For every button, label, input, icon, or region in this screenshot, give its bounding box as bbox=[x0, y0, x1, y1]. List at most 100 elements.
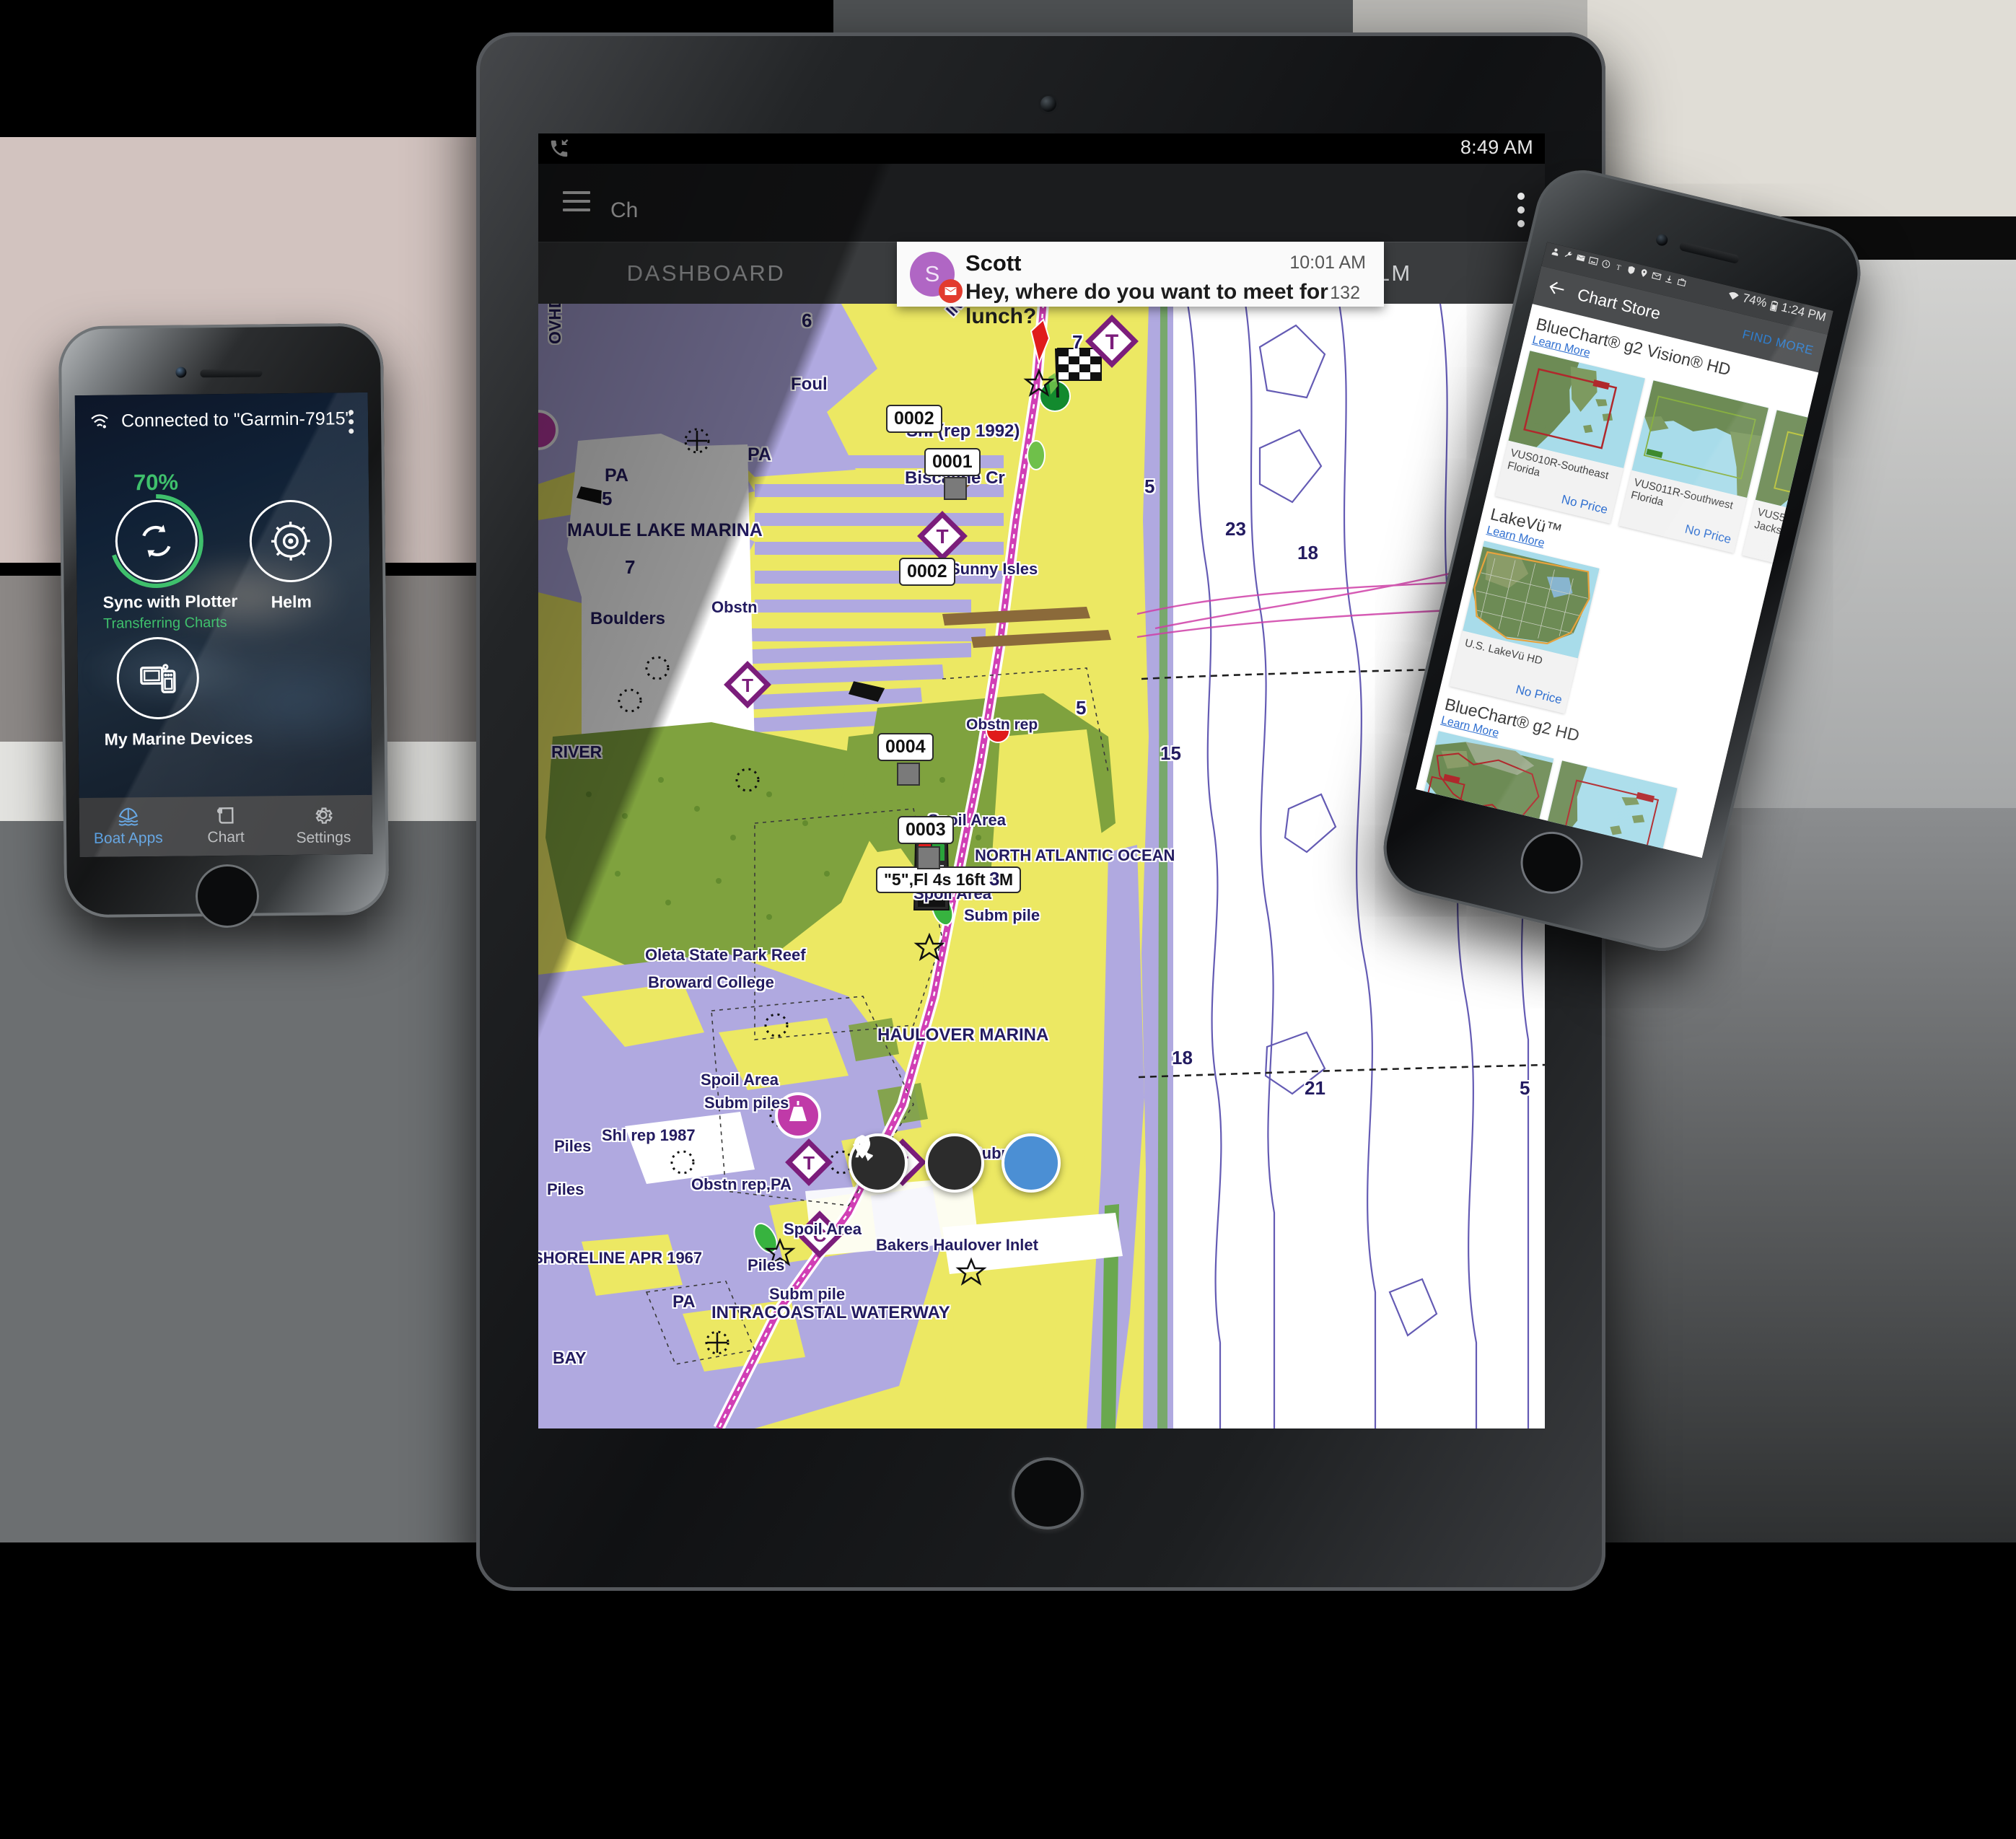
waypoint-marker[interactable] bbox=[897, 763, 920, 786]
battery-percent: 74% bbox=[1741, 291, 1769, 310]
battery-icon bbox=[1769, 300, 1779, 312]
map-label: Subm pile bbox=[964, 906, 1040, 924]
map-action-buttons bbox=[849, 1133, 1061, 1193]
map-label: Oleta State Park Reef bbox=[645, 946, 806, 964]
nav-settings[interactable]: Settings bbox=[274, 795, 372, 855]
depth-sounding: 7 bbox=[1072, 331, 1083, 353]
nav-chart[interactable]: Chart bbox=[177, 796, 275, 856]
svg-text:T: T bbox=[742, 675, 753, 696]
briefcase-icon bbox=[1677, 278, 1686, 287]
depth-sounding: 21 bbox=[1305, 1077, 1325, 1099]
svg-text:T: T bbox=[803, 1152, 815, 1174]
waypoint-label[interactable]: 0004 bbox=[877, 733, 934, 761]
map-label: MAULE LAKE MARINA bbox=[567, 520, 763, 540]
tablet-app-bar: Ch bbox=[538, 164, 1545, 242]
map-label: PA bbox=[605, 465, 628, 486]
map-label: NORTH ATLANTIC OCEAN bbox=[975, 846, 1175, 864]
map-label: RIVER bbox=[551, 742, 602, 761]
map-label: Obstn rep,PA bbox=[691, 1175, 792, 1193]
missed-call-icon bbox=[551, 139, 569, 157]
back-arrow-icon[interactable] bbox=[1546, 278, 1567, 302]
progress-ring bbox=[109, 493, 203, 588]
wifi-icon bbox=[1729, 291, 1739, 299]
download-icon bbox=[1665, 276, 1672, 284]
waypoint-marker[interactable] bbox=[917, 846, 940, 869]
tablet-clock: 8:49 AM bbox=[1460, 136, 1533, 158]
map-label: SHORELINE APR 1967 bbox=[538, 1249, 703, 1267]
ships-wheel-icon bbox=[249, 499, 333, 583]
kebab-menu-icon[interactable] bbox=[348, 410, 354, 438]
nav-chart-label: Chart bbox=[207, 828, 245, 846]
chart-product-card[interactable]: VUS010R-Southeast Florida No Price bbox=[1495, 351, 1645, 524]
find-more-button[interactable]: FIND MORE bbox=[1741, 328, 1815, 359]
waypoint-marker[interactable] bbox=[944, 477, 967, 500]
devices-tile-label: My Marine Devices bbox=[104, 728, 253, 749]
map-label: Piles bbox=[554, 1137, 592, 1155]
helm-tile[interactable]: Helm bbox=[243, 499, 338, 612]
svg-text:T: T bbox=[936, 525, 948, 548]
sync-icon bbox=[109, 493, 203, 588]
waypoint-label[interactable]: 0003 bbox=[898, 816, 954, 844]
depth-sounding: 15 bbox=[1160, 742, 1181, 764]
map-label: Sunny Isles bbox=[950, 560, 1038, 578]
app-bar-title: Ch bbox=[610, 198, 639, 222]
map-label: Piles bbox=[748, 1256, 785, 1274]
map-label: Piles bbox=[547, 1180, 584, 1198]
nav-boat-apps[interactable]: Boat Apps bbox=[79, 797, 178, 857]
image-icon bbox=[1588, 256, 1599, 265]
map-label: Shl rep 1987 bbox=[602, 1126, 696, 1144]
person-icon bbox=[1551, 248, 1559, 256]
devices-icon bbox=[116, 636, 200, 720]
chart-product-card[interactable]: U.S. LakeVü HD No Price bbox=[1449, 540, 1600, 714]
left-phone-bottom-nav: Boat Apps Chart Settings bbox=[79, 794, 373, 858]
status-bar-icons bbox=[548, 138, 570, 159]
depth-sounding: 18 bbox=[1172, 1047, 1193, 1068]
map-label: Obstn rep bbox=[966, 716, 1038, 733]
tablet-camera-icon bbox=[1040, 96, 1056, 112]
map-label: PA bbox=[748, 444, 771, 465]
sync-tile-sublabel: Transferring Charts bbox=[102, 614, 227, 632]
svg-text:T: T bbox=[1616, 263, 1622, 272]
depth-sounding: 5 bbox=[1076, 697, 1087, 719]
depth-sounding: 6 bbox=[802, 310, 812, 331]
tablet-home-button[interactable] bbox=[1012, 1457, 1084, 1529]
map-label: Broward College bbox=[648, 973, 774, 991]
chart-product-card[interactable]: VUS011R-Southwest Florida No Price bbox=[1618, 380, 1769, 553]
map-label: HAULOVER MARINA bbox=[877, 1025, 1049, 1045]
mail-icon bbox=[1576, 254, 1585, 262]
notification-count: 132 bbox=[1330, 283, 1360, 303]
waypoint-label[interactable]: 0002 bbox=[886, 405, 942, 433]
tab-dashboard[interactable]: DASHBOARD bbox=[538, 242, 874, 304]
tablet-screen: 8:49 AM Ch DASHBOARD CHART HELM S Scott … bbox=[538, 133, 1545, 1428]
map-label: Spoil Area bbox=[784, 1220, 862, 1238]
left-phone-home-button[interactable] bbox=[195, 864, 260, 929]
map-label: BAY bbox=[553, 1348, 587, 1367]
hamburger-icon[interactable] bbox=[563, 191, 590, 211]
route-icon[interactable] bbox=[852, 1133, 1061, 1193]
notification-card[interactable]: S Scott Hey, where do you want to meet f… bbox=[897, 242, 1384, 328]
nav-boat-apps-label: Boat Apps bbox=[93, 829, 163, 847]
my-marine-devices-tile[interactable]: My Marine Devices bbox=[103, 636, 253, 750]
left-phone-device: Connected to "Garmin-7915" 70% Sync with… bbox=[58, 322, 390, 929]
map-label: Subm pile bbox=[769, 1285, 846, 1303]
depth-sounding: 5 bbox=[1520, 1077, 1530, 1099]
waypoint-label[interactable]: 0002 bbox=[899, 558, 955, 586]
tablet-status-bar: 8:49 AM bbox=[538, 133, 1545, 164]
wifi-icon bbox=[89, 414, 110, 434]
notification-sender: Scott bbox=[965, 250, 1022, 276]
left-phone-speaker-icon bbox=[200, 369, 263, 378]
notification-message: Hey, where do you want to meet for lunch… bbox=[965, 280, 1328, 328]
waypoint-label[interactable]: 0001 bbox=[924, 448, 981, 476]
kebab-menu-icon[interactable] bbox=[1517, 193, 1525, 234]
depth-sounding: 5 bbox=[602, 488, 613, 509]
left-phone-header: Connected to "Garmin-7915" bbox=[75, 405, 368, 442]
divider-compass-icon[interactable] bbox=[855, 1133, 984, 1193]
map-label: Boulders bbox=[590, 609, 666, 628]
sync-with-plotter-tile[interactable]: 70% Sync with Plotter Transferring Chart… bbox=[102, 469, 238, 633]
map-label: PA bbox=[672, 1292, 696, 1312]
notification-time: 10:01 AM bbox=[1289, 253, 1366, 273]
shield-icon bbox=[1628, 266, 1635, 274]
left-phone-screen: Connected to "Garmin-7915" 70% Sync with… bbox=[74, 392, 373, 858]
depth-sounding: 18 bbox=[1297, 542, 1318, 563]
gmail-icon bbox=[1652, 272, 1662, 281]
